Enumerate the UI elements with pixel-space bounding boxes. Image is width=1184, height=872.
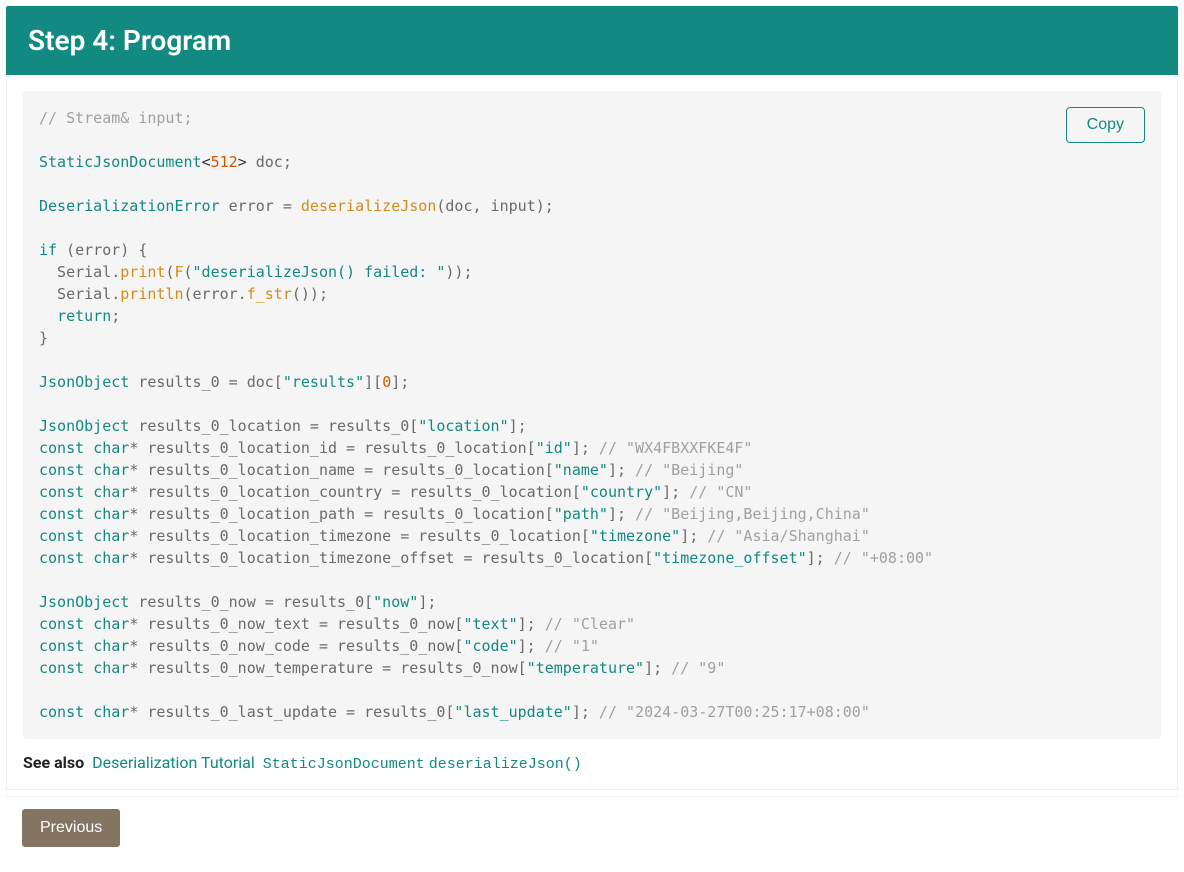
- step-footer: Previous: [6, 796, 1178, 859]
- step-content: Copy // Stream& input; StaticJsonDocumen…: [6, 75, 1178, 790]
- code-block: Copy // Stream& input; StaticJsonDocumen…: [23, 91, 1161, 739]
- copy-button[interactable]: Copy: [1066, 107, 1145, 143]
- previous-button[interactable]: Previous: [22, 809, 120, 847]
- see-also-link-tutorial[interactable]: Deserialization Tutorial: [92, 753, 255, 772]
- see-also-section: See also Deserialization Tutorial Static…: [23, 753, 1161, 773]
- code-content: // Stream& input; StaticJsonDocument<512…: [39, 107, 1145, 723]
- step-header: Step 4: Program: [6, 6, 1178, 75]
- see-also-label: See also: [23, 753, 84, 772]
- see-also-link-deserializejson[interactable]: deserializeJson(): [429, 756, 582, 773]
- see-also-link-staticjsondocument[interactable]: StaticJsonDocument: [263, 756, 425, 773]
- step-title: Step 4: Program: [28, 24, 231, 57]
